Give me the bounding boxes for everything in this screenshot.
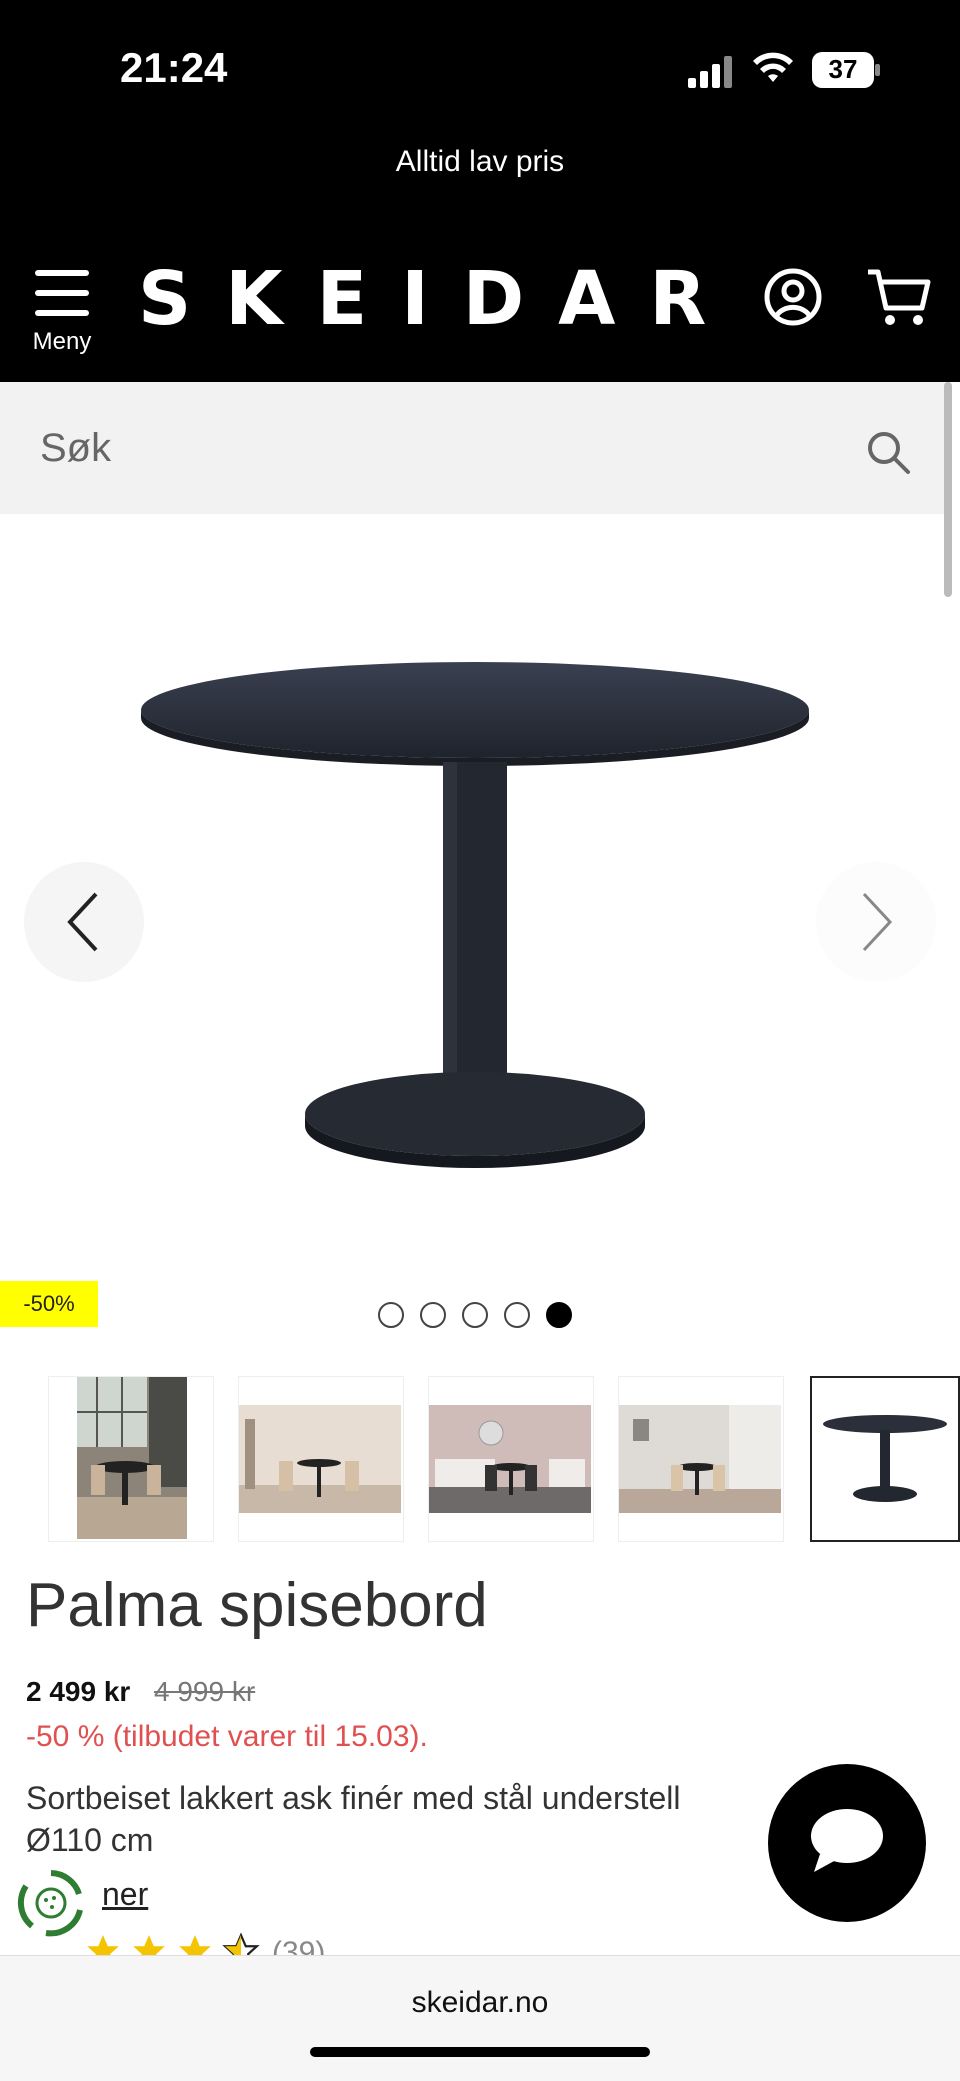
cart-icon[interactable] [866, 266, 932, 328]
product-dimensions: Ø110 cm [26, 1822, 154, 1858]
search-input[interactable] [40, 416, 820, 480]
site-header: Meny SKEIDAR [0, 220, 960, 382]
menu-button[interactable]: Meny [24, 268, 100, 378]
browser-url-bar[interactable]: skeidar.no [0, 1955, 960, 2081]
eco-badge-icon[interactable] [16, 1868, 86, 1938]
site-logo[interactable]: SKEIDAR [138, 256, 740, 342]
product-price: 2 499 kr [26, 1676, 131, 1707]
thumbnail-image [812, 1406, 958, 1514]
thumbnail-image [619, 1405, 781, 1513]
url-text: skeidar.no [411, 1986, 549, 2019]
menu-label: Meny [32, 328, 92, 355]
promo-banner: Alltid lav pris [0, 130, 960, 220]
pagination-dot[interactable] [504, 1302, 530, 1328]
thumbnail-image [239, 1405, 401, 1513]
thumbnail[interactable] [48, 1376, 214, 1542]
account-icon[interactable] [764, 268, 822, 326]
pagination-dot[interactable] [420, 1302, 446, 1328]
battery-level: 37 [828, 54, 858, 84]
thumbnail-image [77, 1377, 187, 1539]
chat-bubble-icon [811, 1809, 883, 1872]
search-icon[interactable] [864, 428, 912, 476]
gallery-pagination [378, 1302, 588, 1328]
thumbnail-strip [48, 1376, 960, 1542]
thumbnail[interactable] [238, 1376, 404, 1542]
thumbnail-image [429, 1405, 591, 1513]
hamburger-icon [35, 270, 89, 316]
discount-badge: -50% [0, 1281, 98, 1327]
home-indicator[interactable] [310, 2047, 650, 2057]
thumbnail[interactable] [618, 1376, 784, 1542]
pagination-dot[interactable] [462, 1302, 488, 1328]
product-gallery [0, 514, 960, 1274]
search-bar [0, 382, 950, 514]
chat-button[interactable] [768, 1764, 926, 1922]
offer-text: -50 % (tilbudet varer til 15.03). [26, 1720, 428, 1753]
pagination-dot-active[interactable] [546, 1302, 572, 1328]
pagination-dot[interactable] [378, 1302, 404, 1328]
status-time: 21:24 [120, 44, 228, 91]
status-bar: 21:24 37 [0, 0, 960, 130]
product-title: Palma spisebord [26, 1571, 488, 1640]
promo-text: Alltid lav pris [395, 145, 565, 178]
next-image-button[interactable] [816, 862, 936, 982]
wifi-icon [753, 52, 793, 82]
product-link[interactable]: ner [102, 1876, 148, 1913]
prev-image-button[interactable] [24, 862, 144, 982]
signal-icon [688, 56, 732, 88]
product-description: Sortbeiset lakkert ask finér med stål un… [26, 1780, 681, 1816]
thumbnail[interactable] [428, 1376, 594, 1542]
chevron-left-icon [67, 892, 98, 952]
product-old-price: 4 999 kr [154, 1676, 256, 1707]
chevron-right-icon [862, 892, 893, 952]
product-image[interactable] [130, 644, 820, 1204]
thumbnail-selected[interactable] [810, 1376, 960, 1542]
